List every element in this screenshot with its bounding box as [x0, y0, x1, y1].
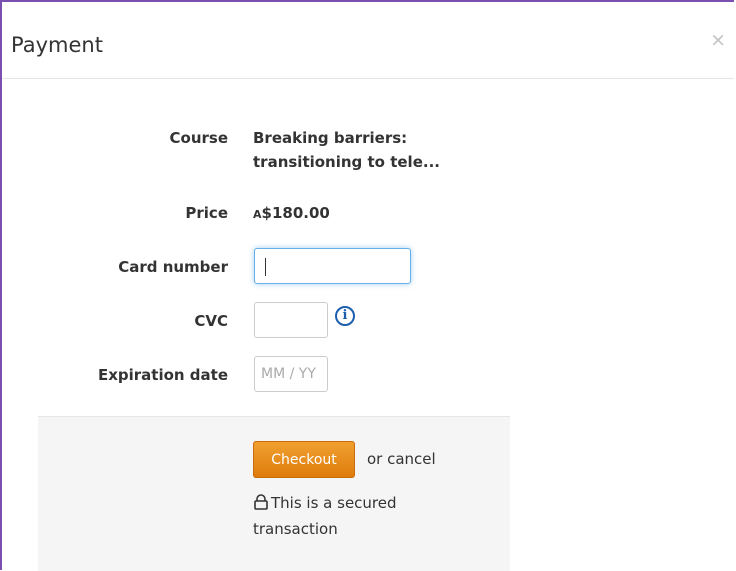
secured-transaction-note: This is a secured transaction — [253, 491, 463, 541]
price-amount: $180.00 — [261, 204, 330, 222]
expiration-date-input[interactable] — [254, 356, 328, 392]
expiration-date-label: Expiration date — [97, 366, 228, 384]
modal-header: Payment × — [2, 2, 734, 79]
course-label: Course — [169, 129, 229, 147]
price-currency-prefix: A — [253, 208, 262, 221]
close-icon[interactable]: × — [710, 30, 726, 50]
lock-icon — [253, 493, 269, 517]
text-caret — [265, 258, 266, 276]
secured-text: This is a secured transaction — [253, 494, 397, 538]
card-number-label: Card number — [118, 258, 228, 276]
cvc-input[interactable] — [254, 302, 328, 338]
cancel-link[interactable]: or cancel — [367, 450, 436, 468]
course-value: Breaking barriers: transitioning to tele… — [253, 129, 440, 171]
price-label: Price — [185, 204, 228, 222]
modal-title: Payment — [11, 33, 103, 57]
card-number-input[interactable] — [254, 248, 411, 284]
price-value: A$180.00 — [253, 201, 330, 227]
info-icon[interactable]: i — [335, 306, 355, 326]
cvc-label: CVC — [194, 312, 228, 330]
checkout-button[interactable]: Checkout — [253, 441, 355, 478]
